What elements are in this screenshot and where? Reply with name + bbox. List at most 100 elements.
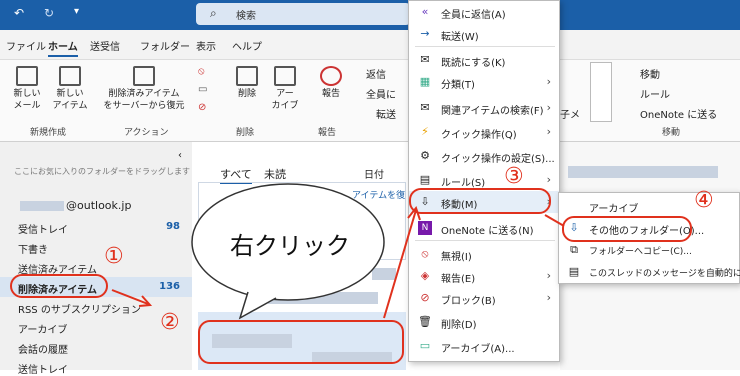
folder-inbox[interactable]: 受信トレイ <box>18 221 68 236</box>
menu-mark-read[interactable]: ✉ 既読にする(K) <box>409 49 559 71</box>
folder-pane: ‹ ここにお気に入りのフォルダーをドラッグします @outlook.jp 受信ト… <box>0 142 192 376</box>
annotation-1: ① <box>104 244 124 269</box>
redo-icon[interactable]: ↻ <box>44 6 54 20</box>
folder-drafts[interactable]: 下書き <box>18 241 48 256</box>
menu-reply-all[interactable]: «全員に返信(A) <box>409 1 559 23</box>
tab-home[interactable]: ホーム <box>48 38 78 57</box>
folder-archive[interactable]: アーカイブ <box>18 321 67 336</box>
move-button[interactable]: 移動 <box>640 66 660 81</box>
archive-icon: ▭ <box>419 339 431 352</box>
sort-dropdown[interactable]: 日付 <box>364 166 384 181</box>
trash-icon <box>236 66 258 86</box>
submenu-arrow-icon: › <box>546 75 551 88</box>
inbox-count: 98 <box>166 221 180 232</box>
highlight-message <box>198 320 404 364</box>
menu-onenote[interactable]: N OneNote に送る(N) <box>409 217 559 239</box>
tab-send-receive[interactable]: 送受信 <box>90 38 120 53</box>
delete-label: 削除 <box>237 89 256 99</box>
highlight-other-folder <box>562 216 692 242</box>
submenu-arrow-icon: › <box>546 291 551 304</box>
junk-small-icon[interactable]: ⊘ <box>198 102 206 113</box>
annotation-4: ④ <box>694 188 714 213</box>
mail-icon <box>16 66 38 86</box>
tab-help[interactable]: ヘルプ <box>232 38 262 53</box>
favorites-hint: ここにお気に入りのフォルダーをドラッグします <box>14 167 190 176</box>
new-item-icon <box>59 66 81 86</box>
quick-access-dropdown-icon[interactable]: ▾ <box>74 6 79 17</box>
submenu-arrow-icon: › <box>546 125 551 138</box>
block-icon: ⊘ <box>420 291 430 304</box>
account-name[interactable]: @outlook.jp <box>66 199 131 212</box>
search-icon: ⌕ <box>210 6 217 20</box>
ribbon-tabs: ファイル ホーム 送受信 フォルダー 表示 ヘルプ <box>0 30 740 60</box>
folder-rss[interactable]: RSS のサブスクリプション <box>18 301 141 316</box>
group-delete: 削除 <box>236 128 255 138</box>
menu-report[interactable]: ◈ 報告(E) › <box>409 265 559 287</box>
category-icon: ▦ <box>419 75 431 88</box>
envelope-search-icon: ✉ <box>420 101 430 114</box>
new-item-label: 新しい アイテム <box>52 89 88 111</box>
menu-categorize[interactable]: ▦ 分類(T) › <box>409 71 559 93</box>
thread-move-icon: ▤ <box>568 265 580 278</box>
account-redaction <box>20 201 64 211</box>
group-action: アクション <box>124 128 169 138</box>
archive-label: アー カイブ <box>271 89 299 111</box>
menu-quick-steps[interactable]: ⚡ クイック操作(Q) › <box>409 121 559 143</box>
trash-icon: 🗑 <box>418 315 432 328</box>
menu-delete[interactable]: 🗑 削除(D) <box>409 311 559 333</box>
tab-folder[interactable]: フォルダー <box>140 38 190 53</box>
restore-deleted-button[interactable]: 削除済みアイテム をサーバーから復元 <box>100 66 188 112</box>
tab-view[interactable]: 表示 <box>196 38 216 53</box>
submenu-arrow-icon: › <box>546 101 551 114</box>
cleanup-small-icon[interactable]: ▭ <box>198 84 207 95</box>
menu-archive[interactable]: ▭ アーカイブ(A)... <box>409 335 559 357</box>
group-report: 報告 <box>318 128 337 138</box>
lightning-icon: ⚡ <box>421 125 429 138</box>
menu-find-related[interactable]: ✉ 関連アイテムの検索(F) › <box>409 97 559 119</box>
submenu-auto-move-thread[interactable]: ▤このスレッドのメッセージを自動的に移動 <box>559 261 740 283</box>
collapse-icon[interactable]: ‹ <box>178 150 182 161</box>
report-button[interactable]: 報告 <box>316 66 346 100</box>
folder-outbox[interactable]: 送信トレイ <box>18 361 68 376</box>
ignore-small-icon[interactable]: ⦸ <box>198 66 205 77</box>
submenu-copy-to-folder[interactable]: ⧉ フォルダーへコピー(C)... <box>559 239 739 261</box>
new-item-button[interactable]: 新しい アイテム <box>50 66 90 112</box>
tab-file[interactable]: ファイル <box>6 38 46 53</box>
highlight-deleted <box>10 274 108 298</box>
forward-icon: → <box>420 27 430 40</box>
undo-icon[interactable]: ↶ <box>14 6 24 20</box>
gear-icon: ⚙ <box>420 149 430 162</box>
reply-all-button[interactable]: 全員に <box>366 86 396 101</box>
folder-conversation-history[interactable]: 会話の履歴 <box>18 341 68 356</box>
group-new: 新規作成 <box>30 128 67 138</box>
ribbon: 新しい メール 新しい アイテム 削除済みアイテム をサーバーから復元 ⦸ ▭ … <box>0 60 740 142</box>
rules-button[interactable]: ルール <box>640 86 670 101</box>
onenote-button[interactable]: OneNote に送る <box>640 106 717 121</box>
search-box[interactable]: ⌕ 検索 <box>196 3 410 25</box>
restore-label: 削除済みアイテム をサーバーから復元 <box>103 89 185 111</box>
folder-copy-icon: ⧉ <box>570 243 578 256</box>
preview-fragment: 子メ <box>560 110 580 121</box>
search-placeholder: 検索 <box>236 11 256 22</box>
highlight-move <box>409 188 551 214</box>
bubble-text: 右クリック <box>230 232 350 260</box>
envelope-open-icon: ✉ <box>420 53 430 66</box>
menu-forward[interactable]: → 転送(W) <box>409 23 559 45</box>
context-menu: «全員に返信(A) → 転送(W) ✉ 既読にする(K) ▦ 分類(T) › ✉ 関連アイ… <box>408 0 560 362</box>
annotation-2: ② <box>160 310 180 335</box>
forward-button[interactable]: 転送 <box>376 106 396 121</box>
submenu-arrow-icon: › <box>546 173 551 186</box>
delete-button[interactable]: 削除 <box>232 66 262 100</box>
report-label: 報告 <box>321 89 340 99</box>
reply-button[interactable]: 返信 <box>366 66 386 81</box>
menu-separator <box>415 46 555 47</box>
menu-block[interactable]: ⊘ ブロック(B) › <box>409 287 559 309</box>
archive-button[interactable]: アー カイブ <box>270 66 300 112</box>
menu-quick-steps-settings[interactable]: ⚙ クイック操作の設定(S)... <box>409 145 559 167</box>
shield-icon <box>320 66 342 86</box>
annotation-3: ③ <box>504 164 524 189</box>
new-mail-button[interactable]: 新しい メール <box>8 66 46 112</box>
menu-ignore[interactable]: ⦸ 無視(I) <box>409 243 559 265</box>
quick-steps-scroll[interactable] <box>590 62 612 122</box>
restore-icon <box>133 66 155 86</box>
